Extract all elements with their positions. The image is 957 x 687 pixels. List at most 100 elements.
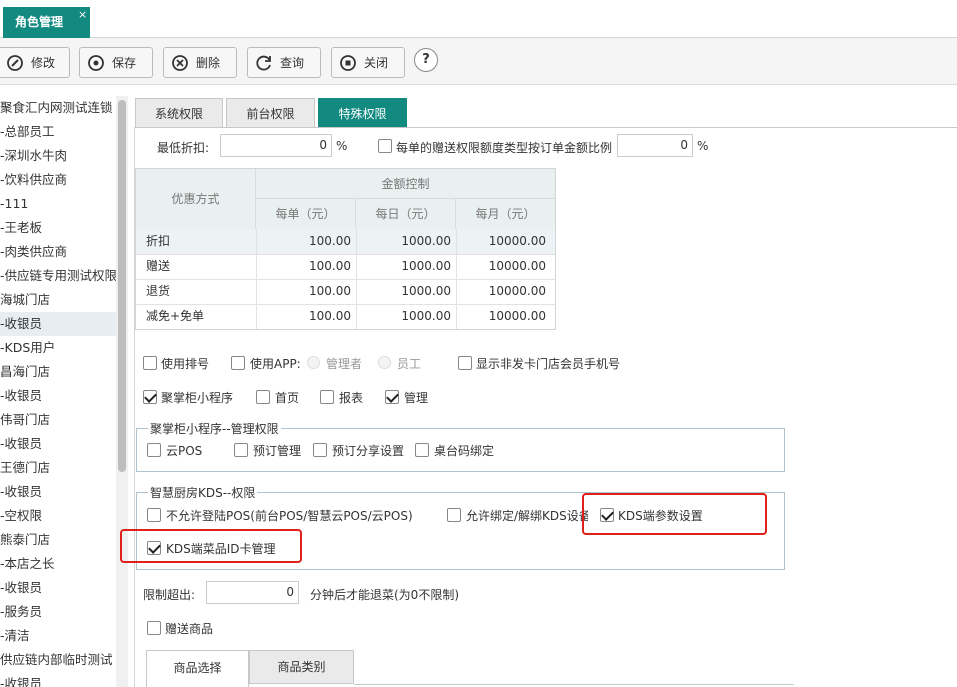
cloud-pos-checkbox[interactable] [147,443,161,457]
tree-item[interactable]: -空权限 [0,504,116,528]
delete-button-label: 删除 [196,56,221,70]
radio-staff[interactable] [378,356,391,369]
manage-label: 管理 [404,391,429,405]
gift-ratio-unit: % [697,139,709,153]
delete-icon [170,53,190,73]
help-icon[interactable]: ? [414,48,438,72]
edit-button[interactable]: 修改 [0,47,70,78]
reservation-label: 预订管理 [253,444,302,458]
limit-suffix: 分钟后才能退菜(为0不限制) [310,588,459,602]
table-code-checkbox[interactable] [415,443,429,457]
report-label: 报表 [339,391,364,405]
tree-item[interactable]: 熊泰门店 [0,528,116,552]
col-per-day-header: 每日（元） [356,199,456,229]
query-button-label: 查询 [280,56,305,70]
cell-per-day: 1000.00 [401,309,451,323]
cell-per-order: 100.00 [309,284,351,298]
bottom-tab-divider [354,684,794,685]
gift-ratio-input[interactable]: 0 [617,134,693,157]
home-label: 首页 [275,391,300,405]
query-button[interactable]: 查询 [247,47,321,78]
reservation-share-label: 预订分享设置 [332,444,405,458]
col-amount-control-header: 金额控制 [256,169,555,199]
cell-method: 折扣 [146,234,171,248]
min-discount-input[interactable]: 0 [220,134,332,157]
tab-goods-category[interactable]: 商品类别 [249,650,354,684]
delete-button[interactable]: 删除 [163,47,237,78]
close-button[interactable]: 关闭 [331,47,405,78]
tab-goods-select[interactable]: 商品选择 [146,650,249,687]
show-phone-checkbox[interactable] [458,356,472,370]
show-phone-label: 显示非发卡门店会员手机号 [476,357,621,371]
tree-item[interactable]: -收银员 [0,432,116,456]
mini-mgmt-legend: 聚掌柜小程序--管理权限 [148,420,281,437]
tree-item[interactable]: -服务员 [0,600,116,624]
tree-item[interactable]: -收银员 [0,576,116,600]
tree-item[interactable]: 伟哥门店 [0,408,116,432]
radio-staff-label: 员工 [397,357,422,371]
manage-checkbox[interactable] [385,390,399,404]
tab-system-permissions[interactable]: 系统权限 [135,98,223,128]
reservation-share-checkbox[interactable] [313,443,327,457]
gift-ratio-label: 每单的赠送权限额度类型按订单金额比例 [396,141,613,155]
tree-item[interactable]: -收银员 [0,672,116,687]
tree-item[interactable]: -111 [0,192,116,216]
tree-item[interactable]: -收银员 [0,384,116,408]
tree-item[interactable]: -收银员 [0,312,116,336]
tree-item[interactable]: -总部员工 [0,120,116,144]
col-method-header: 优惠方式 [136,169,256,229]
table-code-label: 桌台码绑定 [434,444,495,458]
cell-method: 赠送 [146,259,171,273]
use-app-checkbox[interactable] [231,356,245,370]
radio-manager[interactable] [307,356,320,369]
reservation-checkbox[interactable] [234,443,248,457]
tab-special-permissions[interactable]: 特殊权限 [318,98,407,128]
gift-goods-label: 赠送商品 [165,622,214,636]
tree-item[interactable]: -深圳水牛肉 [0,144,116,168]
limit-minutes-input[interactable]: 0 [206,581,299,604]
tab-role-management[interactable]: 角色管理 [3,7,90,38]
tree-item[interactable]: 海城门店 [0,288,116,312]
save-button[interactable]: 保存 [79,47,153,78]
tab-frontend-permissions[interactable]: 前台权限 [226,98,315,128]
refresh-icon [254,53,274,73]
tab-close-icon[interactable]: × [78,9,87,20]
tree-item[interactable]: -饮料供应商 [0,168,116,192]
tree-scrollbar-thumb[interactable] [118,100,126,472]
cell-method: 减免+免单 [146,309,205,323]
cloud-pos-label: 云POS [166,444,203,458]
highlight-box-dish-id [120,529,302,563]
tree-item[interactable]: 王德门店 [0,456,116,480]
cell-per-month: 10000.00 [488,284,546,298]
tree-item[interactable]: 供应链内部临时测试 [0,648,116,672]
use-app-label: 使用APP: [250,357,301,371]
radio-manager-label: 管理者 [326,357,363,371]
highlight-box-params [582,493,767,535]
tree-item[interactable]: 聚食汇内网测试连锁 [0,96,116,120]
use-queue-checkbox[interactable] [143,356,157,370]
cell-per-month: 10000.00 [488,309,546,323]
mini-program-checkbox[interactable] [143,390,157,404]
save-button-label: 保存 [112,56,137,70]
tree-item[interactable]: -KDS用户 [0,336,116,360]
tree-item[interactable]: -肉类供应商 [0,240,116,264]
no-login-pos-checkbox[interactable] [147,508,161,522]
gift-goods-checkbox[interactable] [147,621,161,635]
gift-ratio-checkbox[interactable] [378,139,392,153]
limit-label: 限制超出: [143,588,196,602]
mini-program-label: 聚掌柜小程序 [161,391,234,405]
home-checkbox[interactable] [256,390,270,404]
bind-kds-checkbox[interactable] [447,508,461,522]
use-queue-label: 使用排号 [161,357,210,371]
tree-item[interactable]: -王老板 [0,216,116,240]
report-checkbox[interactable] [320,390,334,404]
tree-item[interactable]: 昌海门店 [0,360,116,384]
kds-legend: 智慧厨房KDS--权限 [148,484,258,501]
cell-per-day: 1000.00 [401,234,451,248]
tree-item[interactable]: -收银员 [0,480,116,504]
tree-item[interactable]: -供应链专用测试权限 [0,264,116,288]
tree-item[interactable]: -清洁 [0,624,116,648]
tab-divider [134,127,957,128]
tree-item[interactable]: -本店之长 [0,552,116,576]
close-button-label: 关闭 [364,56,389,70]
